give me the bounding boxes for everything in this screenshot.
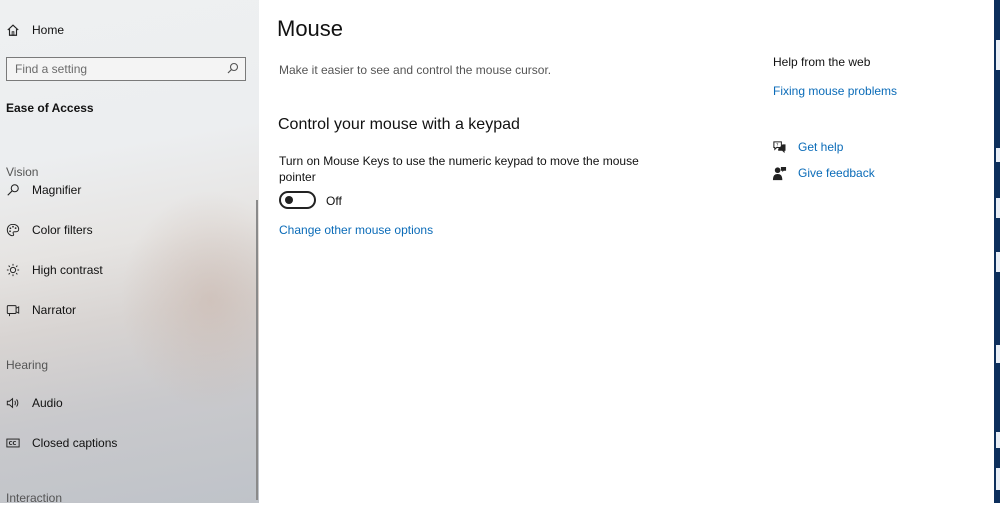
edge-mark — [996, 148, 1000, 162]
get-help-link[interactable]: Get help — [798, 140, 843, 154]
change-mouse-options-link[interactable]: Change other mouse options — [279, 223, 433, 237]
sidebar-item-label: Home — [32, 23, 65, 37]
edge-mark — [996, 432, 1000, 448]
sidebar-item-label: Magnifier — [32, 183, 82, 197]
adjacent-window-edge — [994, 0, 1000, 503]
help-title: Help from the web — [773, 55, 871, 69]
page-subtitle: Make it easier to see and control the mo… — [279, 63, 552, 77]
search-icon[interactable] — [227, 62, 239, 77]
chat-help-icon: ? — [771, 139, 787, 155]
fixing-mouse-problems-link[interactable]: Fixing mouse problems — [773, 84, 897, 98]
sidebar-item-magnifier[interactable]: Magnifier — [0, 183, 256, 205]
edge-mark — [996, 468, 1000, 490]
toggle-state-label: Off — [326, 194, 342, 208]
narrator-icon — [6, 303, 20, 317]
sidebar-item-narrator[interactable]: Narrator — [0, 295, 256, 325]
sidebar-item-color-filters[interactable]: Color filters — [0, 215, 256, 245]
edge-mark — [996, 252, 1000, 272]
edge-mark — [996, 40, 1000, 70]
closed-captions-icon: CC — [6, 436, 20, 450]
mouse-keys-toggle[interactable] — [279, 191, 316, 209]
sidebar-item-label: High contrast — [32, 263, 103, 277]
sidebar-item-audio[interactable]: Audio — [0, 388, 256, 418]
section-label-vision: Vision — [6, 165, 39, 179]
palette-icon — [6, 223, 20, 237]
sidebar-item-label: Narrator — [32, 303, 77, 317]
magnifier-icon — [6, 183, 20, 197]
feedback-person-icon — [771, 165, 787, 181]
sidebar-item-high-contrast[interactable]: High contrast — [0, 255, 256, 285]
svg-text:CC: CC — [9, 441, 17, 447]
sun-icon — [6, 263, 20, 277]
sidebar-item-home[interactable]: Home — [0, 15, 256, 45]
home-icon — [6, 23, 20, 37]
search-input[interactable] — [15, 62, 215, 76]
sidebar: Home Ease of Access Vision Magnifier Col… — [0, 0, 259, 503]
get-help-row[interactable]: ? Get help — [771, 139, 843, 155]
section-label-interaction: Interaction — [6, 491, 63, 503]
sidebar-item-closed-captions[interactable]: CC Closed captions — [0, 428, 256, 458]
edge-mark — [996, 198, 1000, 218]
give-feedback-link[interactable]: Give feedback — [798, 166, 875, 180]
toggle-knob — [285, 196, 293, 204]
sidebar-item-label: Audio — [32, 396, 63, 410]
section-title-keypad: Control your mouse with a keypad — [278, 116, 520, 133]
give-feedback-row[interactable]: Give feedback — [771, 165, 875, 181]
page-title: Mouse — [277, 16, 344, 41]
speaker-icon — [6, 396, 20, 410]
bottom-margin — [0, 503, 1000, 521]
edge-mark — [996, 345, 1000, 363]
section-label-hearing: Hearing — [6, 358, 49, 372]
mouse-keys-description: Turn on Mouse Keys to use the numeric ke… — [279, 154, 639, 184]
sidebar-category-heading: Ease of Access — [6, 101, 94, 115]
sidebar-item-label: Color filters — [32, 223, 93, 237]
search-box[interactable] — [6, 57, 246, 81]
sidebar-scrollbar[interactable] — [256, 200, 258, 500]
main-content: Mouse Make it easier to see and control … — [259, 0, 994, 503]
sidebar-item-label: Closed captions — [32, 436, 118, 450]
